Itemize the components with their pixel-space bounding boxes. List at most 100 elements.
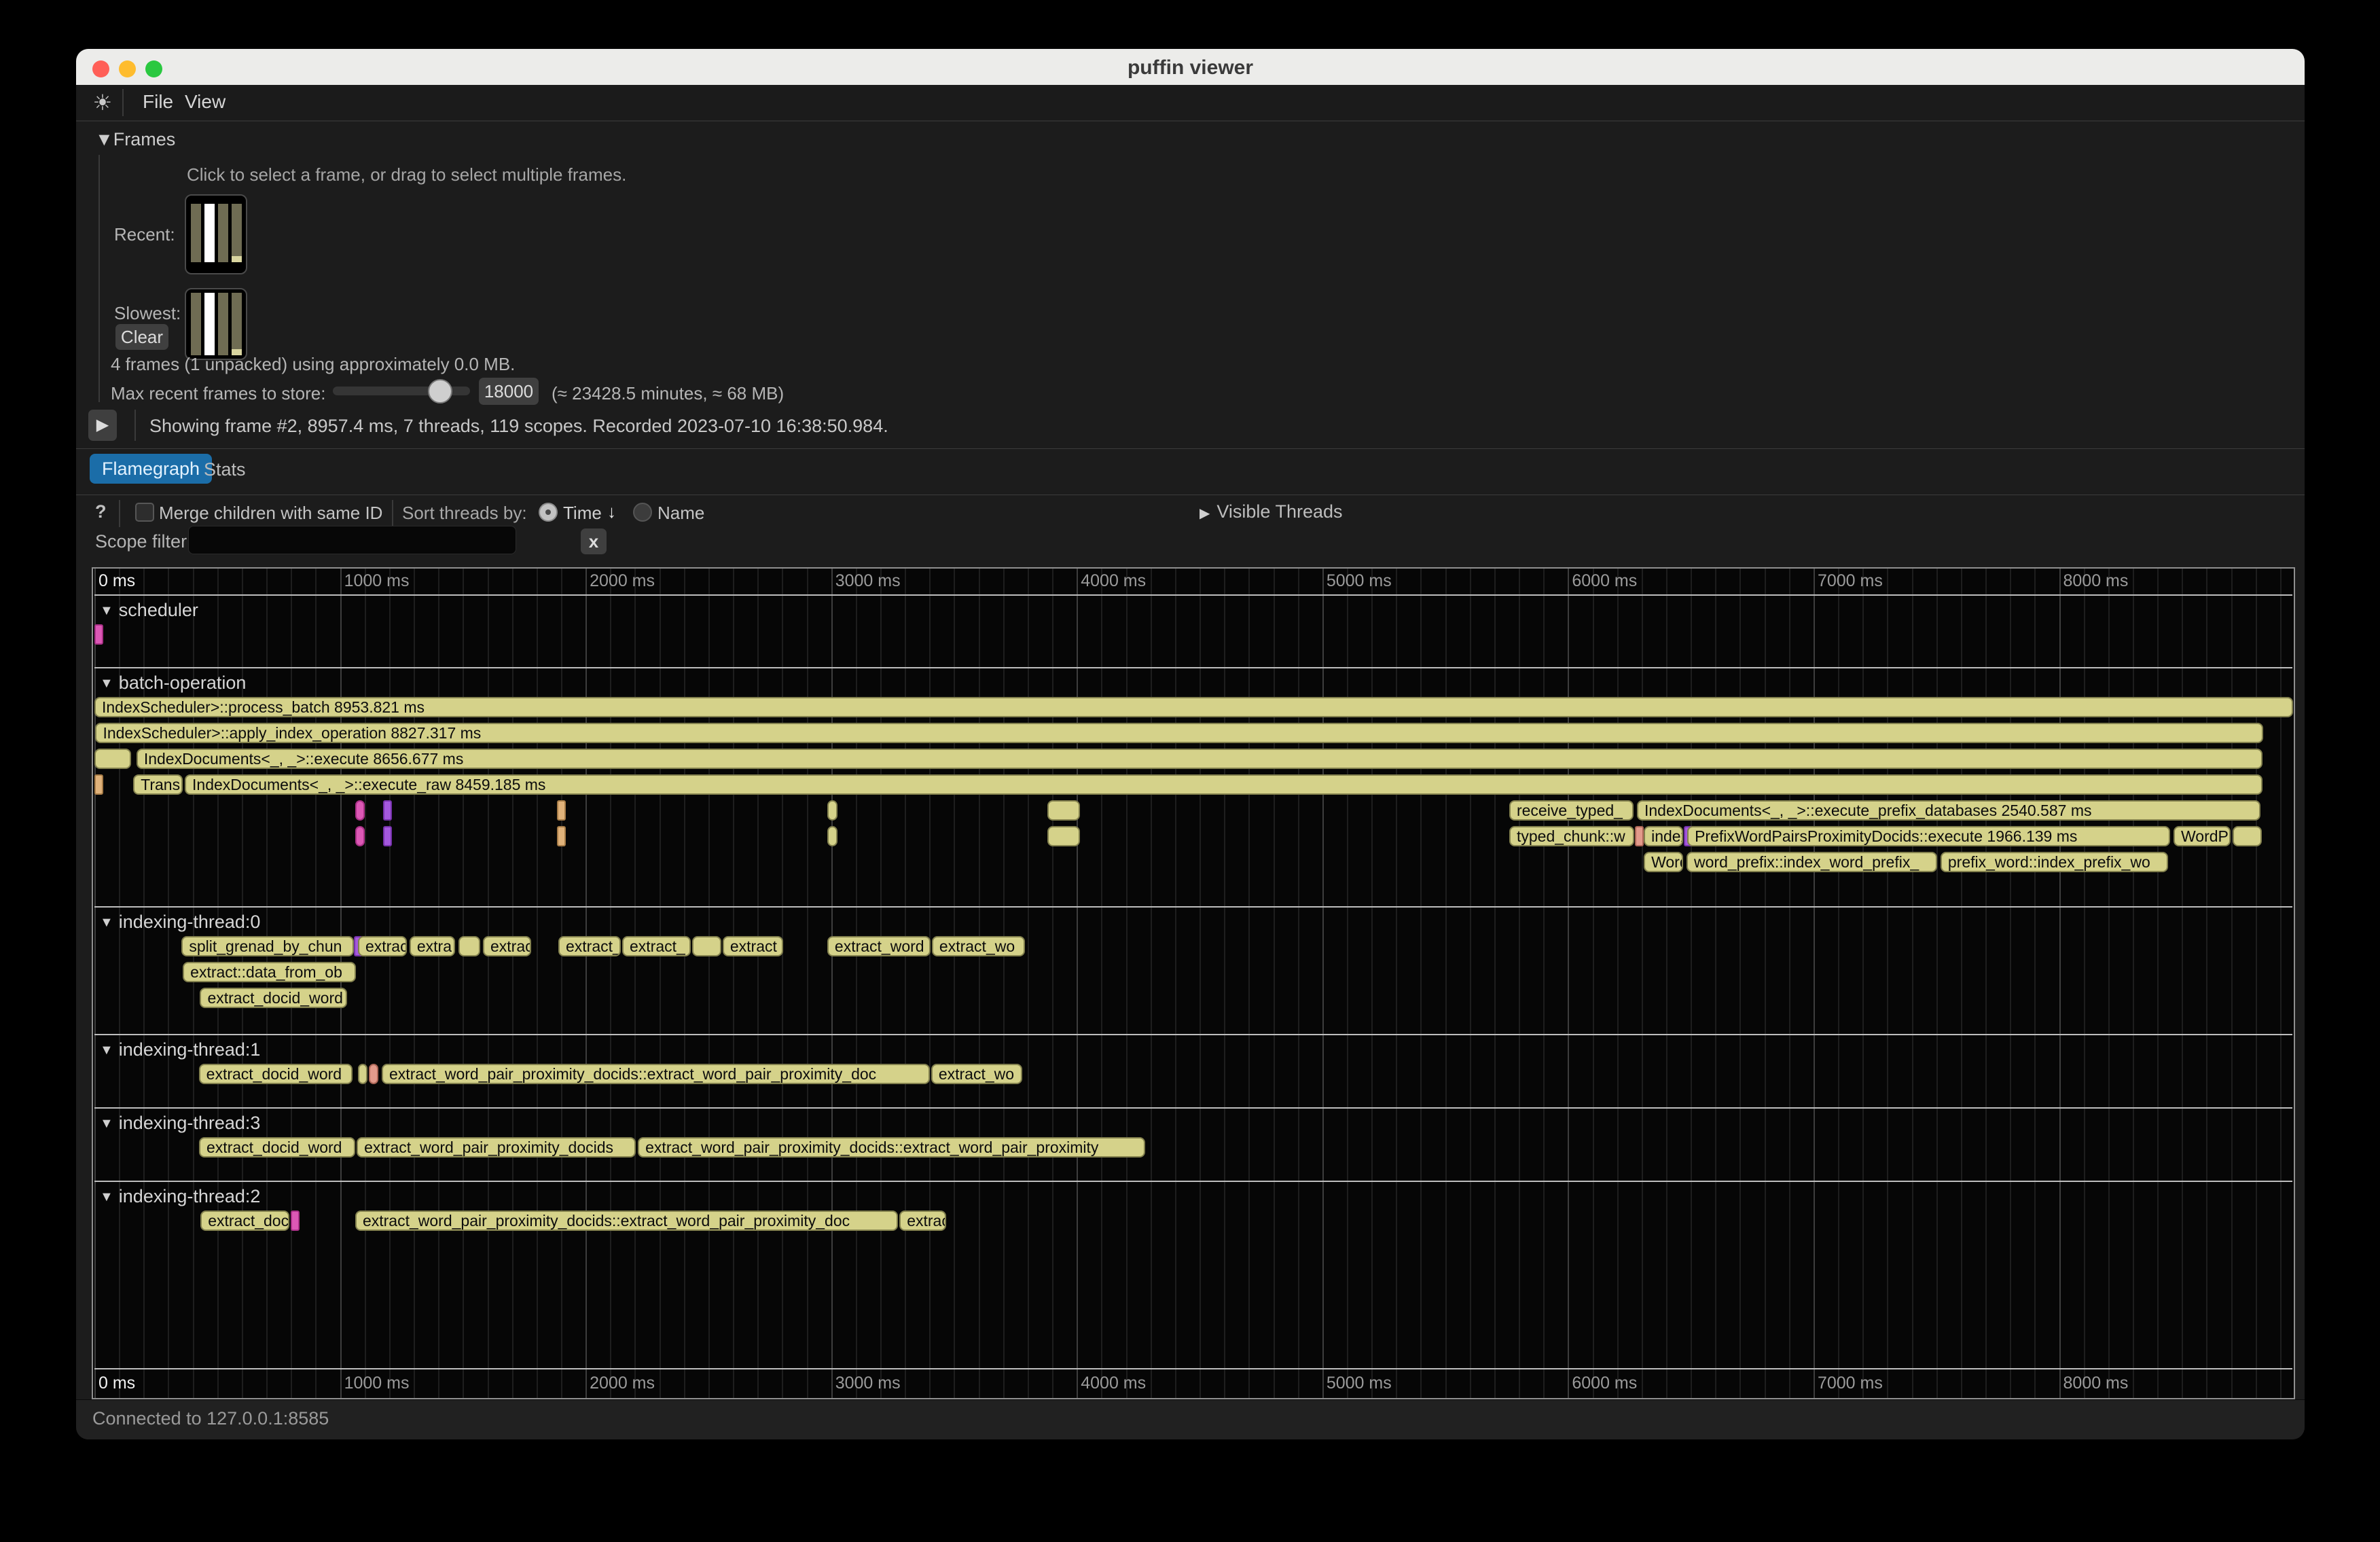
grid-line xyxy=(1077,569,1078,1398)
flame-scope-bar[interactable]: extrac xyxy=(899,1211,946,1231)
flame-scope-sliver[interactable] xyxy=(557,826,566,846)
frame-bar[interactable] xyxy=(232,204,242,262)
grid-line xyxy=(782,569,783,1398)
flame-scope-bar[interactable]: extract_word_pair_proximity_docids::extr… xyxy=(355,1211,898,1231)
flame-scope-bar[interactable]: extract_doc xyxy=(200,1211,289,1231)
flame-scope-bar[interactable]: extrac xyxy=(483,936,531,956)
sort-direction-arrow-icon[interactable]: ↓ xyxy=(607,501,616,522)
thread-header-batch-operation[interactable]: ▼batch-operation xyxy=(100,673,246,694)
flame-scope-bar[interactable]: extract_docid_word xyxy=(199,1137,355,1158)
flame-scope-sliver[interactable] xyxy=(692,936,721,956)
flame-scope-bar[interactable]: extract_wo xyxy=(931,1064,1022,1084)
flame-scope-sliver[interactable] xyxy=(355,800,365,821)
flame-scope-sliver[interactable] xyxy=(557,800,566,821)
frame-bar[interactable] xyxy=(204,204,215,262)
tab-flamegraph[interactable]: Flamegraph xyxy=(90,454,212,484)
flame-scope-bar[interactable]: IndexDocuments<_, _>::execute_raw 8459.1… xyxy=(185,774,2262,795)
flame-scope-sliver[interactable] xyxy=(827,800,837,821)
flame-scope-bar[interactable]: split_grenad_by_chun xyxy=(181,936,353,956)
flame-scope-sliver[interactable] xyxy=(94,774,103,795)
flame-scope-bar[interactable]: prefix_word::index_prefix_wo xyxy=(1941,852,2168,872)
tab-stats[interactable]: Stats xyxy=(204,459,246,480)
menu-view[interactable]: View xyxy=(185,91,226,113)
frame-bar[interactable] xyxy=(204,293,215,355)
grid-line xyxy=(1936,569,1938,1398)
flame-scope-bar[interactable]: extract_word_pair_proximity_docids::extr… xyxy=(382,1064,930,1084)
flame-scope-bar[interactable]: extract_wo xyxy=(932,936,1025,956)
flame-scope-bar[interactable]: receive_typed_ xyxy=(1509,800,1634,821)
flame-scope-sliver[interactable] xyxy=(2233,826,2262,846)
flame-scope-bar[interactable]: extract::data_from_ob xyxy=(183,962,356,982)
flame-scope-bar[interactable]: extract_word_pair_proximity_docids::extr… xyxy=(638,1137,1145,1158)
flame-scope-sliver[interactable] xyxy=(1047,826,1080,846)
flame-scope-sliver[interactable] xyxy=(94,749,131,769)
flame-scope-bar[interactable]: extract_ xyxy=(622,936,691,956)
flamegraph-canvas[interactable]: 0 ms1000 ms2000 ms3000 ms4000 ms5000 ms6… xyxy=(92,567,2295,1399)
flame-scope-sliver[interactable] xyxy=(383,826,392,846)
titlebar[interactable]: puffin viewer xyxy=(76,49,2305,85)
flame-scope-bar[interactable]: extract_word xyxy=(827,936,931,956)
thread-header-indexing-thread:0[interactable]: ▼indexing-thread:0 xyxy=(100,912,260,933)
sort-name-radio[interactable] xyxy=(633,503,652,522)
flame-scope-bar[interactable]: extract_ xyxy=(558,936,621,956)
frame-bar[interactable] xyxy=(218,204,228,262)
thread-header-scheduler[interactable]: ▼scheduler xyxy=(100,600,198,621)
flame-scope-bar[interactable]: extract xyxy=(358,936,407,956)
frame-bar[interactable] xyxy=(232,293,242,355)
visible-threads-header[interactable]: ▶Visible Threads xyxy=(1200,501,1343,522)
help-button[interactable]: ? xyxy=(95,501,107,522)
flame-scope-bar[interactable]: Trans xyxy=(133,774,183,795)
flame-scope-sliver[interactable] xyxy=(94,624,103,645)
flame-scope-bar[interactable]: typed_chunk::w xyxy=(1509,826,1634,846)
flame-scope-bar[interactable]: IndexDocuments<_, _>::execute 8656.677 m… xyxy=(137,749,2262,769)
flamegraph-plot[interactable]: 0 ms1000 ms2000 ms3000 ms4000 ms5000 ms6… xyxy=(94,569,2292,1398)
merge-children-checkbox[interactable] xyxy=(135,503,154,522)
menu-file[interactable]: File xyxy=(143,91,173,113)
flame-scope-bar[interactable]: extract_docid_word xyxy=(200,988,347,1008)
flame-scope-sliver[interactable] xyxy=(827,826,837,846)
max-frames-slider-knob[interactable] xyxy=(428,379,452,404)
flame-scope-bar[interactable]: extract_word_pair_proximity_docids xyxy=(357,1137,636,1158)
play-pause-button[interactable]: ▶ xyxy=(88,410,117,441)
flame-scope-bar[interactable]: PrefixWordPairsProximityDocids::execute … xyxy=(1687,826,2170,846)
flame-scope-bar[interactable]: IndexDocuments<_, _>::execute_prefix_dat… xyxy=(1637,800,2260,821)
frame-bar[interactable] xyxy=(191,204,201,262)
grid-line xyxy=(1765,569,1766,1398)
flame-scope-bar[interactable]: word_prefix::index_word_prefix_ xyxy=(1687,852,1937,872)
slowest-frames-thumbnail[interactable] xyxy=(185,288,247,360)
frames-collapsible-header[interactable]: ▼Frames xyxy=(95,129,175,150)
clear-filter-button[interactable]: x xyxy=(581,528,607,554)
flame-scope-bar[interactable]: index xyxy=(1644,826,1683,846)
sort-time-label[interactable]: Time xyxy=(563,503,602,524)
thread-header-indexing-thread:2[interactable]: ▼indexing-thread:2 xyxy=(100,1186,260,1207)
flame-scope-sliver[interactable] xyxy=(1047,800,1080,821)
flame-scope-sliver[interactable] xyxy=(358,1064,367,1084)
max-frames-value[interactable]: 18000 xyxy=(479,378,539,405)
frame-bar[interactable] xyxy=(191,293,201,355)
flame-scope-sliver[interactable] xyxy=(291,1211,300,1231)
flame-scope-sliver[interactable] xyxy=(383,800,392,821)
grid-line xyxy=(1666,569,1667,1398)
flame-scope-bar[interactable]: WordPr xyxy=(2174,826,2231,846)
merge-children-label[interactable]: Merge children with same ID xyxy=(159,503,382,524)
sort-time-radio[interactable] xyxy=(539,503,558,522)
flame-scope-bar[interactable]: Word xyxy=(1644,852,1683,872)
axis-tick-label: 5000 ms xyxy=(1322,1374,1392,1393)
scope-filter-input[interactable] xyxy=(188,526,516,554)
flame-scope-bar[interactable]: IndexScheduler>::process_batch 8953.821 … xyxy=(94,697,2293,717)
flame-scope-sliver[interactable] xyxy=(1635,826,1644,846)
flame-scope-bar[interactable]: extra xyxy=(410,936,455,956)
flame-scope-bar[interactable]: IndexScheduler>::apply_index_operation 8… xyxy=(95,723,2263,743)
thread-header-indexing-thread:3[interactable]: ▼indexing-thread:3 xyxy=(100,1113,260,1134)
thread-header-indexing-thread:1[interactable]: ▼indexing-thread:1 xyxy=(100,1039,260,1060)
flame-scope-sliver[interactable] xyxy=(458,936,480,956)
recent-frames-thumbnail[interactable] xyxy=(185,194,247,274)
flame-scope-bar[interactable]: extract xyxy=(723,936,783,956)
flame-scope-bar[interactable]: extract_docid_word xyxy=(199,1064,353,1084)
theme-toggle-sun-icon[interactable]: ☀ xyxy=(89,89,116,116)
flame-scope-sliver[interactable] xyxy=(369,1064,378,1084)
clear-button[interactable]: Clear xyxy=(115,324,168,350)
flame-scope-sliver[interactable] xyxy=(355,826,365,846)
frame-bar[interactable] xyxy=(218,293,228,355)
sort-name-label[interactable]: Name xyxy=(657,503,704,524)
